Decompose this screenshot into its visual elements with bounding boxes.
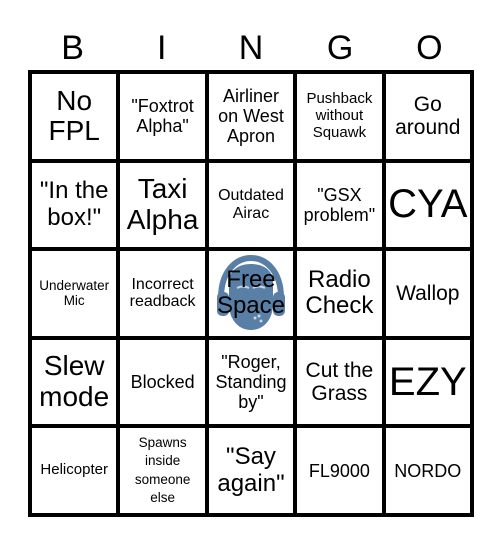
- header-letter-o: O: [416, 29, 443, 67]
- bingo-cell[interactable]: Helicopter: [32, 428, 117, 513]
- header-letter-i: I: [157, 29, 167, 67]
- bingo-cell[interactable]: No FPL: [32, 74, 117, 159]
- cell-label: Spawns inside someone else: [134, 435, 191, 505]
- bingo-cell[interactable]: Wallop: [385, 251, 470, 336]
- cell-label: Wallop: [396, 281, 460, 305]
- bingo-cell[interactable]: Airliner on West Apron: [208, 74, 294, 159]
- free-space-label: Free Space: [216, 265, 286, 320]
- bingo-cell[interactable]: EZY: [385, 339, 470, 425]
- cell-label: "Foxtrot Alpha": [131, 96, 194, 137]
- cell-label: Incorrect readback: [129, 275, 196, 311]
- cell-label: Airliner on West Apron: [218, 86, 284, 147]
- bingo-cell[interactable]: Cut the Grass: [297, 339, 382, 425]
- bingo-cell[interactable]: Go around: [385, 74, 470, 159]
- bingo-cell[interactable]: "GSX problem": [297, 162, 382, 248]
- bingo-cell[interactable]: "Foxtrot Alpha": [120, 74, 205, 159]
- bingo-header: B I N G O: [28, 28, 474, 68]
- cell-label: Blocked: [130, 372, 195, 393]
- cell-label: Taxi Alpha: [126, 173, 199, 235]
- bingo-cell[interactable]: "Say again": [208, 428, 294, 513]
- bingo-cell[interactable]: Radio Check: [297, 251, 382, 336]
- cell-label: No FPL: [48, 84, 100, 147]
- cell-label: EZY: [388, 359, 467, 404]
- free-space-cell[interactable]: Free Space: [208, 251, 294, 336]
- cell-label: Slew mode: [39, 350, 110, 413]
- bingo-cell[interactable]: Taxi Alpha: [120, 162, 205, 248]
- cell-label: "GSX problem": [303, 184, 376, 225]
- cell-label: Pushback without Squawk: [306, 90, 373, 141]
- bingo-cell[interactable]: Pushback without Squawk: [297, 74, 382, 159]
- cell-label: Cut the Grass: [305, 358, 374, 406]
- cell-label: "Say again": [217, 442, 285, 497]
- bingo-cell[interactable]: Blocked: [120, 339, 205, 425]
- cell-label: Go around: [395, 92, 461, 140]
- cell-label: "In the box!": [39, 177, 109, 231]
- bingo-grid: No FPL "Foxtrot Alpha" Airliner on West …: [28, 70, 474, 517]
- bingo-cell[interactable]: FL9000: [297, 428, 382, 513]
- cell-label: Radio Check: [305, 265, 374, 320]
- header-letter-b: B: [61, 29, 84, 67]
- header-letter-n: N: [238, 29, 264, 67]
- bingo-cell[interactable]: NORDO: [385, 428, 470, 513]
- cell-label: Underwater Mic: [39, 278, 110, 309]
- bingo-cell[interactable]: CYA: [385, 162, 470, 248]
- cell-label: Outdated Airac: [218, 186, 284, 222]
- bingo-cell[interactable]: "In the box!": [32, 162, 117, 248]
- bingo-cell[interactable]: "Roger, Standing by": [208, 339, 294, 425]
- cell-label: NORDO: [394, 460, 462, 481]
- bingo-cell[interactable]: Slew mode: [32, 339, 117, 425]
- bingo-cell[interactable]: Spawns inside someone else: [120, 428, 205, 513]
- bingo-cell[interactable]: Outdated Airac: [208, 162, 294, 248]
- cell-label: FL9000: [308, 460, 370, 481]
- cell-label: "Roger, Standing by": [215, 351, 287, 413]
- cell-label: Helicopter: [40, 461, 108, 479]
- bingo-cell[interactable]: Incorrect readback: [120, 251, 205, 336]
- bingo-cell[interactable]: Underwater Mic: [32, 251, 117, 336]
- cell-label: CYA: [388, 182, 468, 227]
- header-letter-g: G: [326, 29, 354, 67]
